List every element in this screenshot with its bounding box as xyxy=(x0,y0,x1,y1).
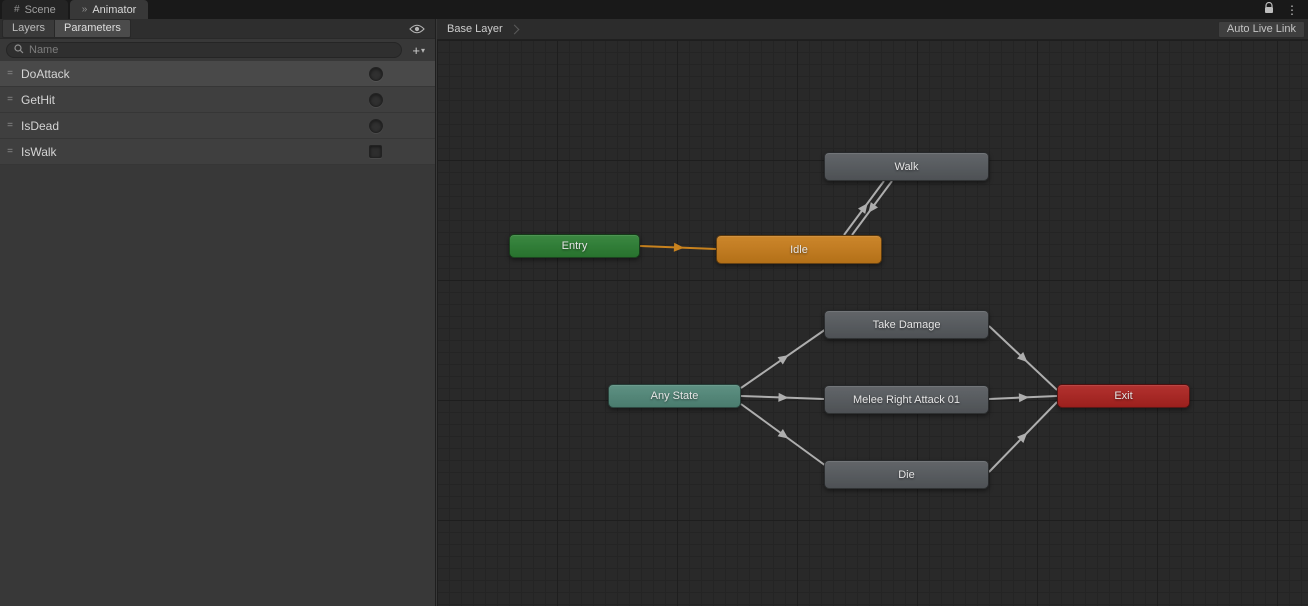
trigger-radio[interactable] xyxy=(369,66,383,81)
transition-arrow-icon xyxy=(778,392,789,402)
transition-arrow-icon xyxy=(777,429,789,439)
state-node-label: Take Damage xyxy=(872,318,941,331)
state-node-entry[interactable]: Entry xyxy=(509,234,640,258)
parameter-name: IsWalk xyxy=(21,144,57,159)
graph-toolbar: Base Layer Auto Live Link xyxy=(437,19,1308,40)
state-node-idle[interactable]: Idle xyxy=(716,235,882,264)
search-box[interactable] xyxy=(6,41,403,59)
search-input[interactable] xyxy=(29,44,395,56)
trigger-radio[interactable] xyxy=(369,118,383,133)
state-node-walk[interactable]: Walk xyxy=(824,152,989,181)
tab-scene[interactable]: # Scene xyxy=(2,0,68,19)
drag-handle-icon[interactable]: = xyxy=(4,94,16,105)
parameter-row[interactable]: = IsWalk xyxy=(0,139,435,165)
eye-icon[interactable] xyxy=(409,24,425,34)
transition-arrow-icon xyxy=(777,355,789,365)
drag-handle-icon[interactable]: = xyxy=(4,68,16,79)
breadcrumb-label: Base Layer xyxy=(447,23,503,35)
chevron-right-icon xyxy=(509,24,520,34)
kebab-menu-icon[interactable]: ⋮ xyxy=(1286,4,1298,16)
parameter-name: IsDead xyxy=(21,118,60,133)
state-node-label: Die xyxy=(898,468,915,481)
scene-grid-icon: # xyxy=(14,4,20,15)
transition-arrow-icon xyxy=(858,203,868,214)
window-controls: ⋮ xyxy=(1264,0,1308,19)
state-node-label: Melee Right Attack 01 xyxy=(852,393,960,406)
state-node-melee-right-attack-01[interactable]: Melee Right Attack 01 xyxy=(824,385,989,414)
parameter-name: GetHit xyxy=(21,92,56,107)
layers-parameters-toolbar: Layers Parameters xyxy=(0,19,435,39)
drag-handle-icon[interactable]: = xyxy=(4,146,16,157)
parameter-row[interactable]: = GetHit xyxy=(0,87,435,113)
tab-animator[interactable]: » Animator xyxy=(69,0,149,19)
transition-arrow-icon xyxy=(1018,393,1029,403)
window-tab-bar: # Scene » Animator ⋮ xyxy=(0,0,1308,19)
state-node-label: Entry xyxy=(561,240,588,252)
auto-live-link-button[interactable]: Auto Live Link xyxy=(1217,20,1305,38)
animator-window: # Scene » Animator ⋮ Layers Parameters N… xyxy=(0,0,1308,606)
breadcrumb[interactable]: Base Layer xyxy=(437,23,524,35)
state-node-label: Idle xyxy=(790,243,808,256)
state-node-take-damage[interactable]: Take Damage xyxy=(824,310,989,339)
tab-animator-label: Animator xyxy=(92,3,137,16)
state-node-any-state[interactable]: Any State xyxy=(608,384,741,408)
parameter-list: = DoAttack = GetHit = IsDead = IsWalk xyxy=(0,61,435,165)
trigger-radio[interactable] xyxy=(369,92,383,107)
graph-panel: Base Layer Auto Live Link Walk Entry Idle T… xyxy=(437,19,1308,606)
state-node-label: Exit xyxy=(1114,390,1133,402)
graph-canvas[interactable]: Walk Entry Idle Take Damage Any State Melee R… xyxy=(437,40,1308,606)
plus-icon: + xyxy=(412,42,420,58)
state-node-exit[interactable]: Exit xyxy=(1057,384,1190,408)
animator-icon: » xyxy=(81,4,88,15)
state-node-label: Any State xyxy=(650,390,699,402)
tab-scene-label: Scene xyxy=(24,3,56,16)
transition-arrow-icon xyxy=(673,242,684,252)
chevron-down-icon: ▾ xyxy=(420,45,425,55)
state-node-label: Walk xyxy=(894,160,919,173)
parameter-row[interactable]: = IsDead xyxy=(0,113,435,139)
lock-icon[interactable] xyxy=(1264,1,1274,19)
drag-handle-icon[interactable]: = xyxy=(4,120,16,131)
search-icon xyxy=(14,41,24,59)
transition-arrow-icon xyxy=(868,202,878,213)
parameter-name: DoAttack xyxy=(21,66,70,81)
search-row: + ▾ xyxy=(0,39,435,61)
tab-layers[interactable]: Layers xyxy=(2,19,55,38)
tab-parameters[interactable]: Parameters xyxy=(54,19,131,38)
parameter-row[interactable]: = DoAttack xyxy=(0,61,435,87)
state-node-die[interactable]: Die xyxy=(824,460,989,489)
bool-checkbox[interactable] xyxy=(369,145,382,158)
add-parameter-button[interactable]: + ▾ xyxy=(408,43,429,58)
parameters-panel: Layers Parameters + ▾ = DoAttack = GetHit = I… xyxy=(0,19,436,606)
